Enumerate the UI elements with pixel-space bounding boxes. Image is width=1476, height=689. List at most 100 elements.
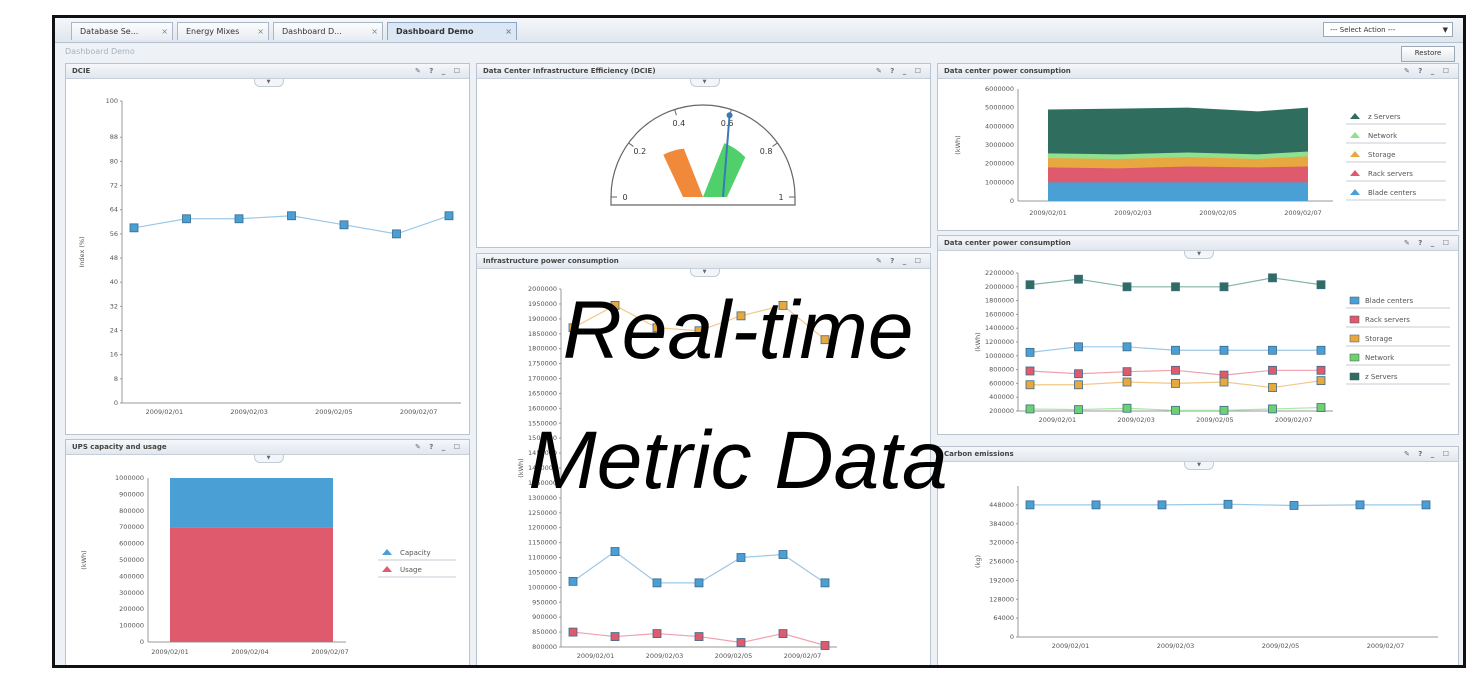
- y-tick-label: 1200000: [528, 524, 557, 532]
- y-tick-label: 192000: [989, 576, 1014, 584]
- data-point-marker: [1219, 377, 1229, 387]
- y-axis-label: (kg): [974, 555, 982, 568]
- panel-controls[interactable]: ✎ ? _ ☐: [415, 64, 463, 78]
- data-point-marker: [1268, 404, 1277, 414]
- data-point-marker: [652, 578, 662, 588]
- action-select[interactable]: --- Select Action --- ▼: [1323, 22, 1453, 37]
- y-tick-label: 128000: [989, 595, 1014, 603]
- data-point-marker: [820, 578, 830, 588]
- overlay-title-line2: Metric Data: [528, 415, 948, 506]
- panel-title: DCIE ✎ ? _ ☐: [66, 64, 469, 79]
- tab-close-icon[interactable]: ×: [371, 23, 378, 41]
- x-tick-label: 2009/02/01: [1029, 209, 1066, 217]
- x-tick-label: 2009/02/07: [400, 408, 437, 416]
- panel-controls[interactable]: ✎ ? _ ☐: [1404, 236, 1452, 250]
- data-point-marker: [652, 629, 662, 638]
- legend-label: z Servers: [1365, 373, 1398, 381]
- data-point-marker: [568, 576, 578, 586]
- gauge-tick-label: 0.2: [634, 147, 647, 156]
- tab-dashboard-d[interactable]: Dashboard D... ×: [273, 22, 383, 40]
- tab-label: Dashboard Demo: [396, 27, 474, 36]
- y-tick-label: 48: [110, 254, 118, 262]
- data-point-marker: [287, 211, 296, 221]
- panel-dc-power-area: Data center power consumption ✎ ? _ ☐ 0 10…: [937, 63, 1459, 231]
- data-point-marker: [694, 632, 704, 641]
- tab-label: Dashboard D...: [282, 27, 342, 36]
- panel-controls[interactable]: ✎ ? _ ☐: [876, 64, 924, 78]
- panel-dcie-gauge: Data Center Infrastructure Efficiency (D…: [476, 63, 931, 248]
- tab-close-icon[interactable]: ×: [257, 23, 264, 41]
- x-tick-label: 2009/02/05: [1199, 209, 1236, 217]
- y-tick-label: 850000: [532, 628, 557, 636]
- panel-controls[interactable]: ✎ ? _ ☐: [876, 254, 924, 268]
- legend-swatch: [1350, 151, 1360, 157]
- y-tick-label: 900000: [532, 613, 557, 621]
- y-tick-label: 1000000: [985, 178, 1014, 186]
- legend-label: Blade centers: [1368, 189, 1417, 197]
- tab-close-icon[interactable]: ×: [161, 23, 168, 41]
- tab-dashboard-demo[interactable]: Dashboard Demo ×: [387, 22, 517, 40]
- x-tick-label: 2009/02/05: [315, 408, 352, 416]
- tab-close-icon[interactable]: ×: [505, 23, 512, 41]
- data-point-marker: [1074, 274, 1083, 284]
- tab-label: Energy Mixes: [186, 27, 240, 36]
- y-tick-label: 800000: [119, 507, 144, 515]
- y-tick-label: 400000: [989, 393, 1014, 401]
- data-point-marker: [1316, 280, 1326, 290]
- legend-swatch: [382, 566, 392, 572]
- panel-title-text: DCIE: [72, 67, 91, 75]
- y-tick-label: 56: [110, 230, 118, 238]
- legend-swatch: [1350, 189, 1360, 195]
- y-tick-label: 100000: [119, 622, 144, 630]
- y-tick-label: 8: [114, 375, 118, 383]
- data-point-marker: [1074, 380, 1083, 390]
- breadcrumb: Dashboard Demo: [65, 47, 135, 56]
- x-tick-label: 2009/02/04: [231, 648, 268, 656]
- legend-swatch: [1349, 372, 1360, 381]
- gauge-tick-label: 0.8: [760, 147, 773, 156]
- legend-label: Capacity: [400, 549, 431, 557]
- y-tick-label: 500000: [119, 556, 144, 564]
- y-tick-label: 400000: [119, 572, 144, 580]
- restore-button[interactable]: Restore: [1401, 46, 1455, 62]
- x-tick-label: 2009/02/03: [646, 652, 683, 660]
- x-tick-label: 2009/02/07: [311, 648, 348, 656]
- panel-controls[interactable]: ✎ ? _ ☐: [1404, 64, 1452, 78]
- data-point-marker: [234, 214, 244, 224]
- y-tick-label: 300000: [119, 589, 144, 597]
- y-tick-label: 800000: [532, 643, 557, 651]
- data-point-marker: [392, 229, 401, 239]
- y-tick-label: 72: [110, 182, 118, 190]
- panel-title: Data Center Infrastructure Efficiency (D…: [477, 64, 930, 79]
- data-point-marker: [1025, 280, 1035, 290]
- panel-title: Infrastructure power consumption ✎ ? _ ☐: [477, 254, 930, 269]
- tab-label: Database Se...: [80, 27, 139, 36]
- data-point-marker: [1122, 377, 1132, 387]
- data-point-marker: [778, 550, 788, 559]
- y-tick-label: 0: [1010, 197, 1014, 205]
- legend-swatch: [382, 549, 392, 555]
- data-point-marker: [736, 553, 746, 562]
- y-tick-label: 200000: [989, 407, 1014, 415]
- chevron-down-icon: ▼: [1442, 26, 1448, 34]
- panel-dcie: DCIE ✎ ? _ ☐ ▼ 0 8 16 24 32 40 48 56 64 72 80 88 100 2…: [65, 63, 470, 435]
- dc-area-chart: 0 1000000 2000000 3000000 4000000 5000000 6000…: [954, 85, 1446, 217]
- y-tick-label: 40: [110, 278, 118, 286]
- tab-bar: Database Se... × Energy Mixes × Dashboard …: [55, 18, 1463, 43]
- y-tick-label: 100: [106, 97, 118, 105]
- panel-title-text: Data center power consumption: [944, 239, 1071, 247]
- data-point-marker: [1074, 405, 1083, 415]
- data-point-marker: [736, 638, 746, 647]
- y-tick-label: 5000000: [985, 104, 1014, 112]
- select-value: --- Select Action ---: [1330, 26, 1396, 34]
- data-point-marker: [1091, 500, 1101, 510]
- data-point-marker: [1157, 500, 1167, 510]
- data-point-marker: [568, 627, 578, 637]
- area-layer: [1048, 182, 1308, 201]
- panel-title: Data center power consumption ✎ ? _ ☐: [938, 64, 1458, 79]
- tab-energy-mixes[interactable]: Energy Mixes ×: [177, 22, 269, 40]
- tab-database[interactable]: Database Se... ×: [71, 22, 173, 40]
- gauge-chart: 0 0.2 0.4 0.6 0.8 1: [610, 104, 796, 206]
- legend-label: Storage: [1368, 151, 1395, 159]
- y-tick-label: 1700000: [528, 375, 557, 383]
